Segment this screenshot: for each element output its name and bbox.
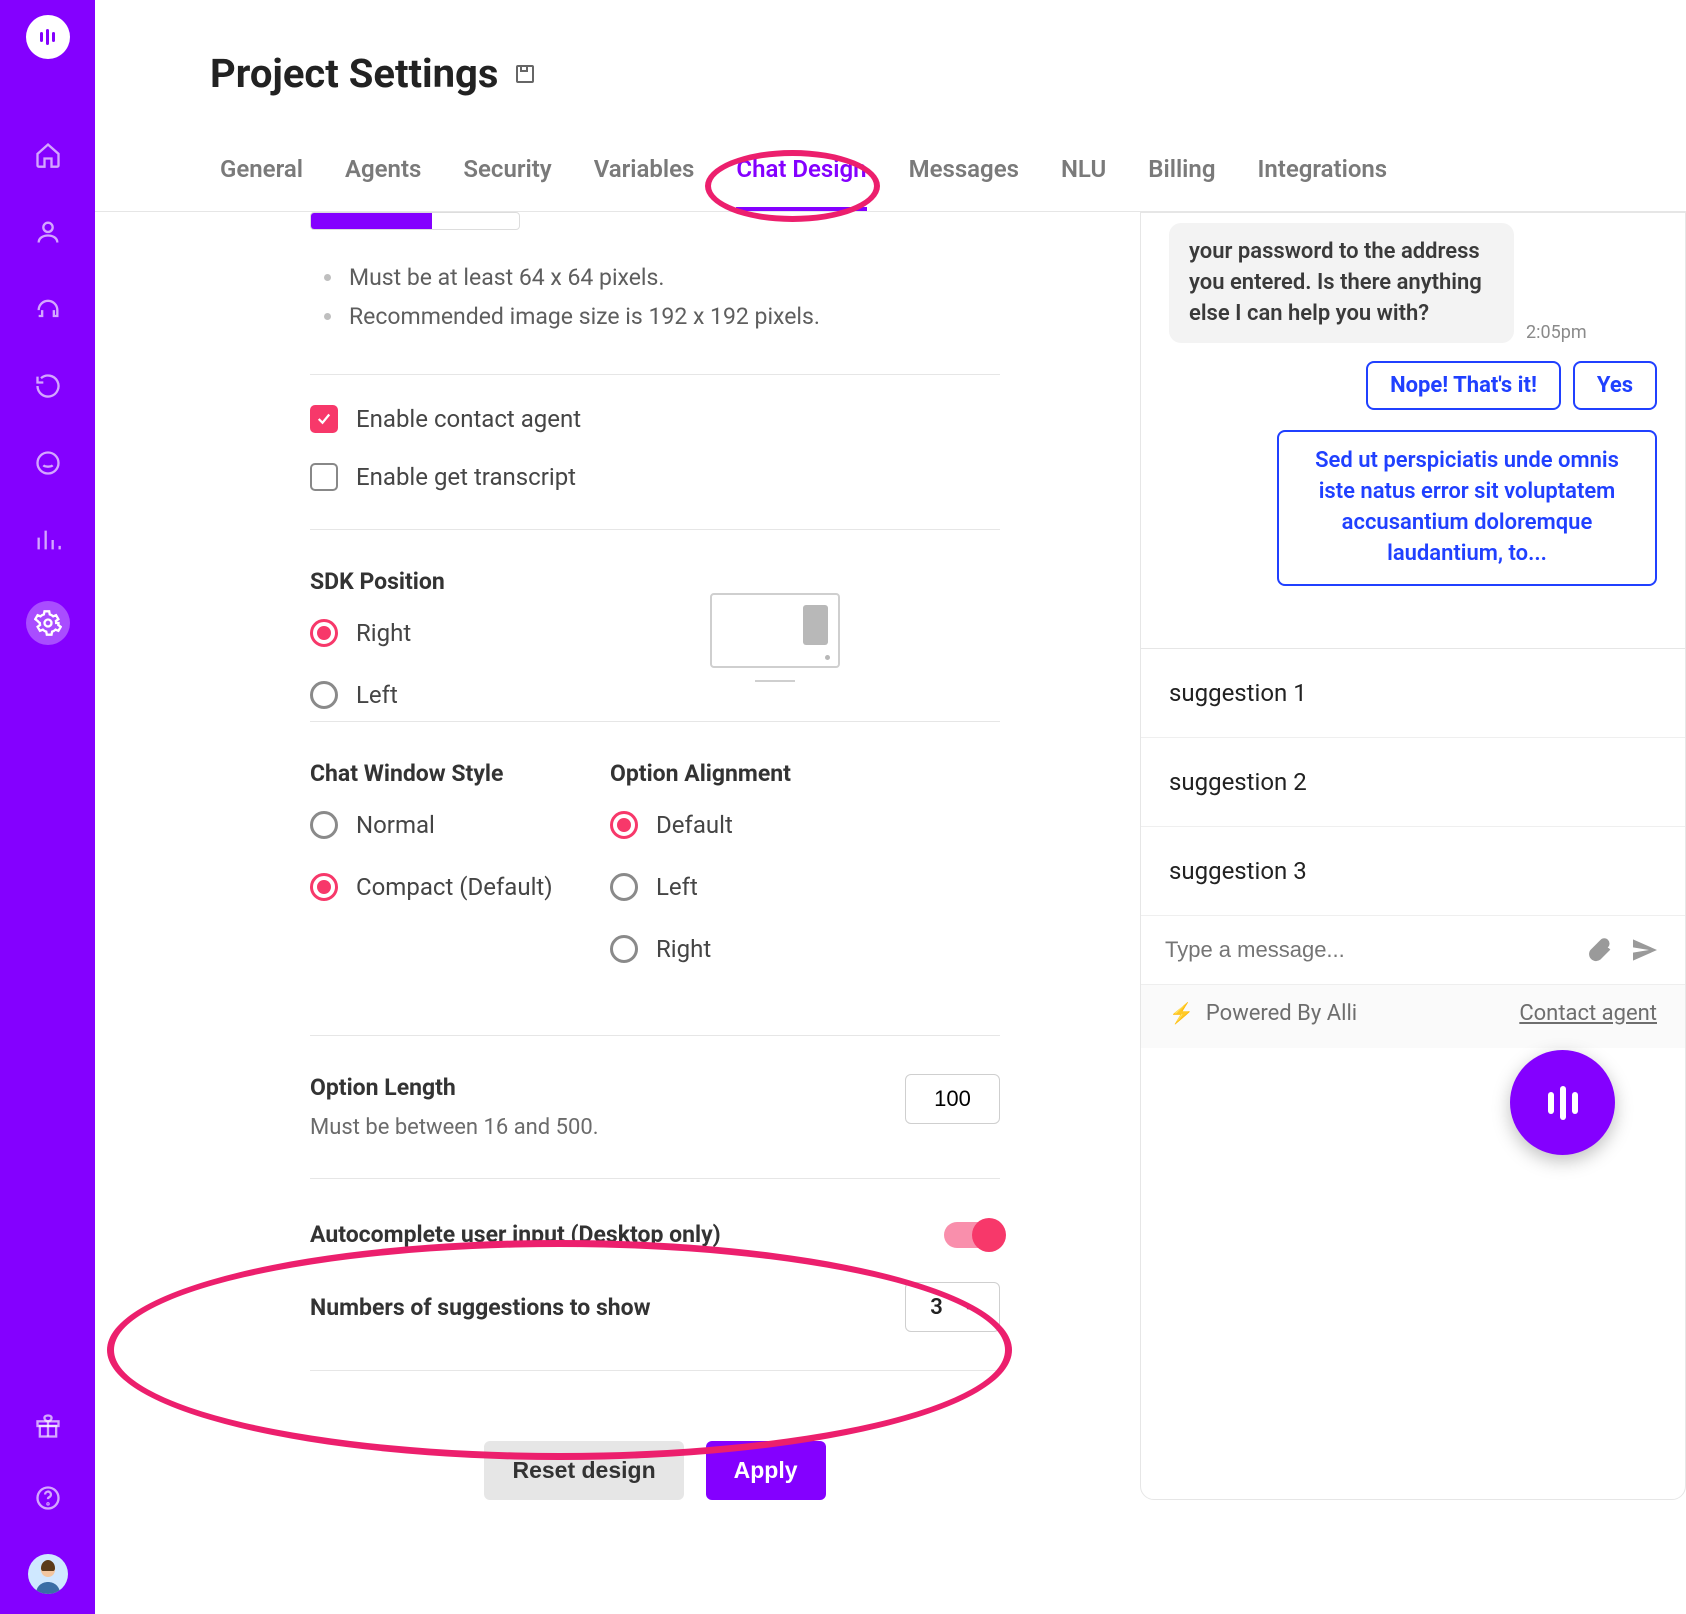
align-left-radio[interactable] <box>610 873 638 901</box>
app-logo[interactable] <box>26 15 70 59</box>
option-length-title: Option Length <box>310 1074 599 1101</box>
user-icon[interactable] <box>32 216 64 248</box>
chat-preview: your password to the address you entered… <box>1140 212 1686 1500</box>
style-compact-label: Compact (Default) <box>356 873 553 901</box>
home-icon[interactable] <box>32 139 64 171</box>
quick-reply-yes[interactable]: Yes <box>1573 361 1657 410</box>
suggestions-count-label: Numbers of suggestions to show <box>310 1294 651 1321</box>
sdk-right-label: Right <box>356 619 411 647</box>
option-length-input[interactable] <box>905 1074 1000 1124</box>
suggestion-item[interactable]: suggestion 2 <box>1141 738 1685 827</box>
chat-icon[interactable] <box>32 447 64 479</box>
quick-reply-nope[interactable]: Nope! That's it! <box>1366 361 1561 410</box>
style-compact-radio[interactable] <box>310 873 338 901</box>
image-requirements: Must be at least 64 x 64 pixels. Recomme… <box>210 258 1000 336</box>
tab-nlu[interactable]: NLU <box>1061 155 1106 211</box>
color-progress <box>310 212 520 230</box>
save-icon[interactable] <box>513 62 537 86</box>
suggestion-item[interactable]: suggestion 1 <box>1141 649 1685 738</box>
suggestions-count-value: 3 <box>930 1295 943 1320</box>
attachment-icon[interactable] <box>1585 936 1613 964</box>
suggestion-list: suggestion 1 suggestion 2 suggestion 3 <box>1141 648 1685 916</box>
help-icon[interactable] <box>32 1482 64 1514</box>
sdk-right-radio[interactable] <box>310 619 338 647</box>
analytics-icon[interactable] <box>32 524 64 556</box>
bolt-icon: ⚡ <box>1169 1001 1194 1025</box>
align-right-radio[interactable] <box>610 935 638 963</box>
headset-icon[interactable] <box>32 293 64 325</box>
sdk-left-radio[interactable] <box>310 681 338 709</box>
tabs: General Agents Security Variables Chat D… <box>95 97 1686 212</box>
suggestion-item[interactable]: suggestion 3 <box>1141 827 1685 916</box>
refresh-icon[interactable] <box>32 370 64 402</box>
message-input[interactable] <box>1165 937 1569 963</box>
chat-launcher-fab[interactable] <box>1510 1050 1615 1155</box>
enable-contact-agent-checkbox[interactable] <box>310 405 338 433</box>
message-time: 2:05pm <box>1526 322 1587 343</box>
logo-bars-icon <box>1548 1086 1578 1120</box>
sidebar <box>0 0 95 1614</box>
autocomplete-toggle[interactable] <box>944 1222 1000 1248</box>
align-left-label: Left <box>656 873 698 901</box>
enable-get-transcript-label: Enable get transcript <box>356 463 576 491</box>
tab-chat-design[interactable]: Chat Design <box>736 155 866 211</box>
option-align-title: Option Alignment <box>610 760 791 787</box>
sdk-left-label: Left <box>356 681 398 709</box>
tab-billing[interactable]: Billing <box>1148 155 1215 211</box>
tab-agents[interactable]: Agents <box>345 155 421 211</box>
logo-bars-icon <box>40 29 55 45</box>
sdk-position-title: SDK Position <box>210 568 1000 595</box>
user-avatar[interactable] <box>28 1554 68 1594</box>
reset-design-button[interactable]: Reset design <box>484 1441 683 1500</box>
suggestions-count-select[interactable]: 3 <box>905 1282 1000 1332</box>
enable-contact-agent-label: Enable contact agent <box>356 405 581 433</box>
settings-icon[interactable] <box>26 601 70 645</box>
autocomplete-title: Autocomplete user input (Desktop only) <box>310 1221 721 1248</box>
style-normal-radio[interactable] <box>310 811 338 839</box>
enable-get-transcript-checkbox[interactable] <box>310 463 338 491</box>
tab-general[interactable]: General <box>220 155 303 211</box>
tab-integrations[interactable]: Integrations <box>1257 155 1387 211</box>
page-title: Project Settings <box>210 50 498 97</box>
gift-icon[interactable] <box>32 1410 64 1442</box>
bot-message: your password to the address you entered… <box>1169 223 1514 343</box>
tab-security[interactable]: Security <box>463 155 551 211</box>
powered-by-label: Powered By Alli <box>1206 1001 1357 1026</box>
chat-style-title: Chat Window Style <box>210 760 610 787</box>
req-line: Must be at least 64 x 64 pixels. <box>345 258 1000 297</box>
req-line: Recommended image size is 192 x 192 pixe… <box>345 297 1000 336</box>
style-normal-label: Normal <box>356 811 435 839</box>
contact-agent-link[interactable]: Contact agent <box>1519 1001 1657 1026</box>
chevron-down-icon <box>961 1300 975 1314</box>
apply-button[interactable]: Apply <box>706 1441 826 1500</box>
tab-variables[interactable]: Variables <box>594 155 695 211</box>
monitor-illustration <box>710 593 840 683</box>
quick-reply-lorem[interactable]: Sed ut perspiciatis unde omnis iste natu… <box>1277 430 1657 585</box>
align-default-radio[interactable] <box>610 811 638 839</box>
send-icon[interactable] <box>1629 934 1661 966</box>
align-right-label: Right <box>656 935 711 963</box>
align-default-label: Default <box>656 811 733 839</box>
tab-messages[interactable]: Messages <box>909 155 1019 211</box>
option-length-hint: Must be between 16 and 500. <box>310 1115 599 1140</box>
